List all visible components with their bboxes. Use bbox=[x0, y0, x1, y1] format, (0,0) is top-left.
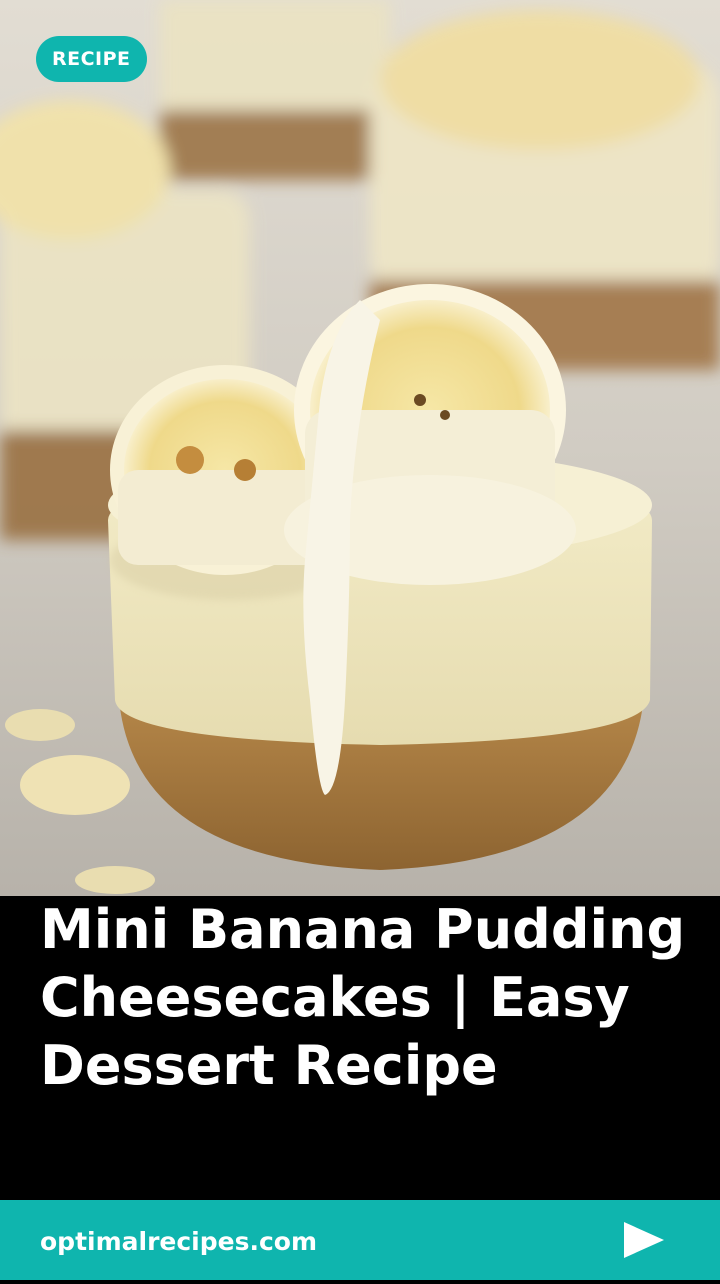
footer-bar[interactable]: optimalrecipes.com bbox=[0, 1200, 720, 1280]
title-block: Mini Banana Pudding Cheesecakes | Easy D… bbox=[0, 896, 720, 1200]
site-link[interactable]: optimalrecipes.com bbox=[40, 1200, 317, 1280]
recipe-badge: RECIPE bbox=[36, 36, 147, 82]
hero-image: RECIPE bbox=[0, 0, 720, 896]
play-icon[interactable] bbox=[620, 1220, 664, 1260]
page-title: Mini Banana Pudding Cheesecakes | Easy D… bbox=[40, 898, 686, 1097]
